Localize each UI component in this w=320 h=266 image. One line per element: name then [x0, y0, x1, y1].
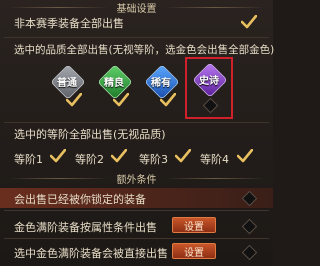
checkmark-icon: [65, 92, 83, 107]
tier-1-label: 等阶1: [14, 153, 43, 166]
checkmark-icon: [174, 148, 192, 163]
checkmark-icon: [159, 92, 177, 107]
sell-settings-panel: 基础设置 非本赛季装备全部出售 选中的品质全部出售(无视等阶，选金色会出售全部金…: [0, 0, 275, 266]
section-title-extra: 额外条件: [116, 174, 157, 186]
checkmark-icon: [240, 14, 258, 29]
non-season-label: 非本赛季装备全部出售: [14, 17, 124, 30]
tier-4-label: 等阶4: [200, 153, 229, 166]
quality-normal-check: [65, 92, 83, 107]
tier-3-checkbox[interactable]: [174, 148, 192, 163]
gold-full-attr-label: 金色满阶装备按属性条件出售: [14, 221, 157, 234]
section-title-basic: 基础设置: [116, 3, 157, 15]
tier-1-checkbox[interactable]: [49, 148, 67, 163]
gold-full-direct-label: 选中金色满阶装备会被直接出售: [14, 247, 168, 260]
tier-2-label: 等阶2: [75, 153, 104, 166]
gold-full-attr-checkbox[interactable]: [241, 218, 258, 235]
checkmark-icon: [236, 148, 254, 163]
section-header-basic: 基础设置: [0, 0, 273, 15]
tier-4-checkbox[interactable]: [236, 148, 254, 163]
checkmark-icon: [112, 92, 130, 107]
gold-full-direct-settings-button[interactable]: 设置: [172, 243, 216, 259]
quality-rare-check: [159, 92, 177, 107]
gold-full-direct-checkbox[interactable]: [241, 244, 258, 261]
gold-full-attr-settings-button[interactable]: 设置: [172, 217, 216, 233]
tier-2-checkbox[interactable]: [110, 148, 128, 163]
checkmark-icon: [110, 148, 128, 163]
tier-3-label: 等阶3: [139, 153, 168, 166]
checkmark-icon: [49, 148, 67, 163]
quality-prompt-label: 选中的品质全部出售(无视等阶，选金色会出售全部金色): [14, 44, 275, 56]
epic-highlight-frame: [185, 57, 233, 119]
section-header-extra: 额外条件: [0, 171, 273, 186]
tier-prompt-label: 选中的等阶全部出售(无视品质): [14, 128, 166, 141]
quality-fine-check: [112, 92, 130, 107]
locked-label: 会出售已经被你锁定的装备: [14, 193, 146, 206]
non-season-checkbox[interactable]: [240, 14, 258, 29]
